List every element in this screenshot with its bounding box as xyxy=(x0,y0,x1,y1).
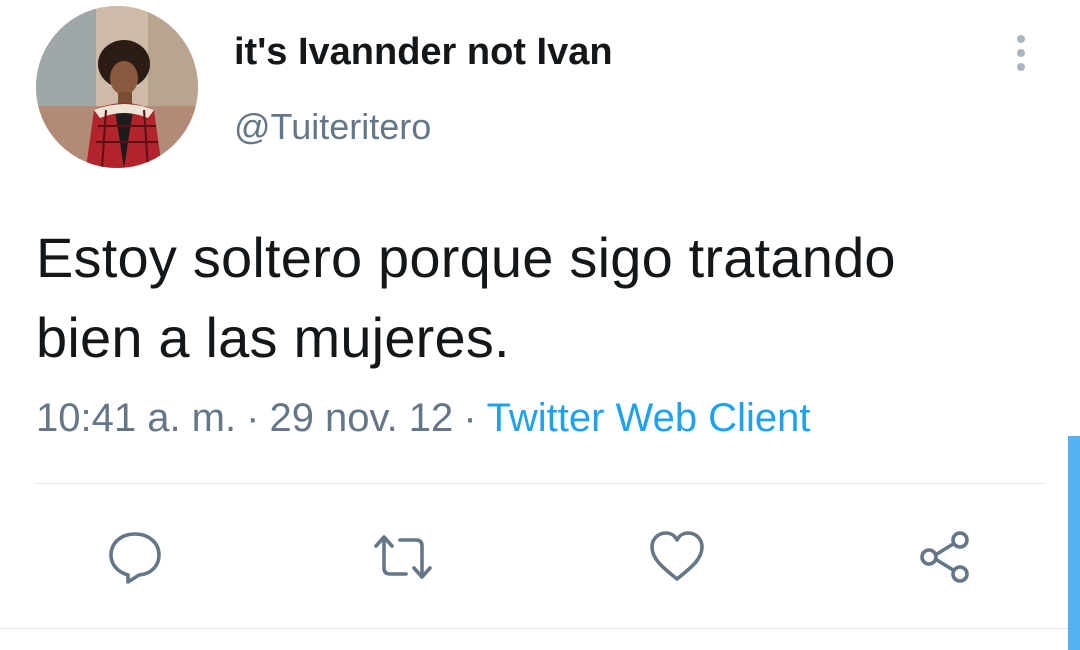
tweet-text-line: Estoy soltero porque sigo tratando xyxy=(36,226,896,289)
divider xyxy=(36,483,1044,484)
profile-photo-icon xyxy=(36,6,198,168)
tweet-date[interactable]: 29 nov. 12 xyxy=(269,396,453,440)
reply-icon xyxy=(109,532,161,584)
more-dot xyxy=(1017,35,1025,43)
share-icon xyxy=(920,531,969,583)
tweet-time[interactable]: 10:41 a. m. xyxy=(36,396,236,440)
tweet-text-line: bien a las mujeres. xyxy=(36,306,510,369)
retweet-icon xyxy=(374,535,432,579)
meta-separator: · xyxy=(246,396,260,440)
author-handle[interactable]: @Tuiteritero xyxy=(234,104,431,150)
heart-icon xyxy=(650,531,704,581)
scrollbar[interactable] xyxy=(1068,436,1080,650)
more-options-button[interactable] xyxy=(1004,30,1038,76)
author-display-name[interactable]: it's Ivannder not Ivan xyxy=(234,28,613,76)
tweet-detail: it's Ivannder not Ivan @Tuiteritero Esto… xyxy=(0,0,1080,650)
tweet-text: Estoy soltero porque sigo tratando bien … xyxy=(36,218,1056,378)
retweet-button[interactable] xyxy=(368,522,438,592)
tweet-source-link[interactable]: Twitter Web Client xyxy=(487,396,811,440)
tweet-metadata: 10:41 a. m. · 29 nov. 12 · Twitter Web Clien… xyxy=(36,392,810,444)
reply-button[interactable] xyxy=(100,522,170,592)
avatar[interactable] xyxy=(36,6,198,168)
divider xyxy=(0,628,1068,629)
like-button[interactable] xyxy=(642,522,712,592)
more-dot xyxy=(1017,49,1025,57)
more-dot xyxy=(1017,63,1025,71)
meta-separator: · xyxy=(463,396,477,440)
share-button[interactable] xyxy=(910,522,980,592)
